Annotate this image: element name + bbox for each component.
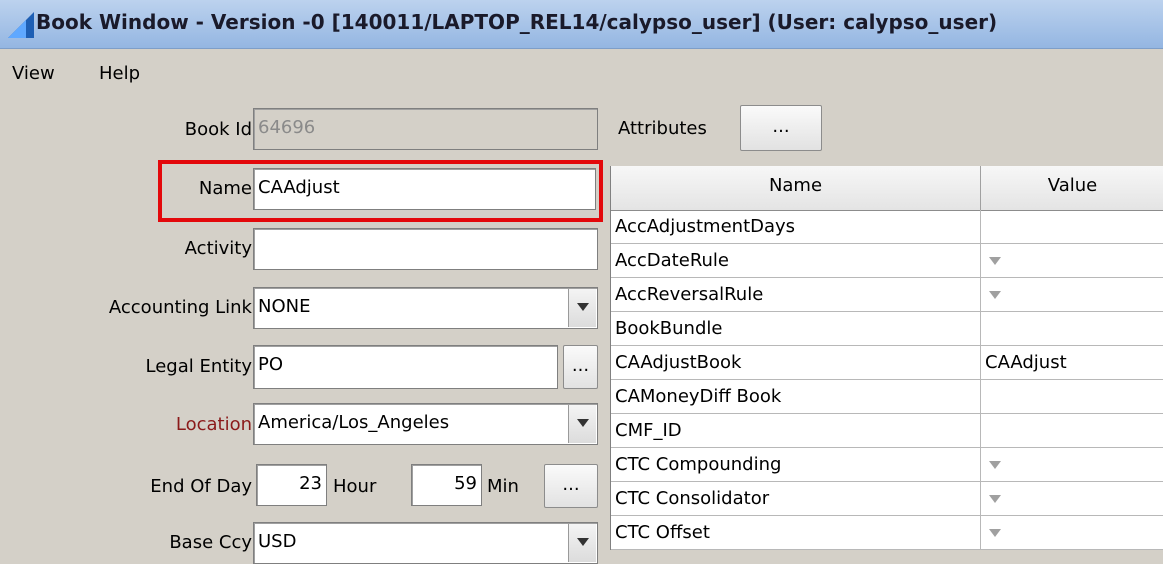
- attribute-value-cell[interactable]: [981, 278, 1163, 311]
- attribute-name-cell[interactable]: CMF_ID: [611, 414, 981, 447]
- attribute-name-cell[interactable]: AccReversalRule: [611, 278, 981, 311]
- legal-entity-chooser-button[interactable]: ...: [563, 345, 598, 389]
- attribute-value-cell[interactable]: [981, 380, 1163, 413]
- app-icon: [8, 12, 34, 38]
- attribute-name-cell[interactable]: CTC Offset: [611, 516, 981, 549]
- base-ccy-select[interactable]: USD: [253, 522, 598, 564]
- attributes-table: Name Value AccAdjustmentDays AccDateRule A…: [610, 166, 1163, 550]
- attribute-name-cell[interactable]: CTC Consolidator: [611, 482, 981, 515]
- attributes-button[interactable]: ...: [740, 105, 822, 151]
- table-row[interactable]: CAAdjustBook CAAdjust: [611, 346, 1163, 380]
- accounting-link-dropdown-button[interactable]: [568, 289, 596, 327]
- table-row[interactable]: AccDateRule: [611, 244, 1163, 278]
- dropdown-arrow-icon[interactable]: [989, 291, 1001, 299]
- base-ccy-dropdown-button[interactable]: [568, 524, 596, 562]
- attribute-value-cell[interactable]: [981, 244, 1163, 277]
- attribute-value-cell[interactable]: [981, 482, 1163, 515]
- attribute-name-cell[interactable]: CTC Compounding: [611, 448, 981, 481]
- table-row[interactable]: AccAdjustmentDays: [611, 210, 1163, 244]
- min-unit-label: Min: [487, 476, 519, 497]
- location-value: America/Los_Angeles: [258, 412, 450, 433]
- location-dropdown-button[interactable]: [568, 405, 596, 443]
- table-row[interactable]: AccReversalRule: [611, 278, 1163, 312]
- chevron-down-icon: [577, 303, 589, 311]
- attribute-value-cell[interactable]: [981, 210, 1163, 243]
- end-of-day-min-field[interactable]: 59: [411, 464, 482, 506]
- title-bar: Book Window - Version -0 [140011/LAPTOP_…: [0, 0, 1163, 49]
- attributes-label: Attributes: [618, 118, 707, 139]
- menu-view[interactable]: View: [12, 63, 55, 84]
- attribute-name-cell[interactable]: AccDateRule: [611, 244, 981, 277]
- menu-help[interactable]: Help: [99, 63, 140, 84]
- attribute-name-cell[interactable]: BookBundle: [611, 312, 981, 345]
- attribute-value-cell[interactable]: [981, 312, 1163, 345]
- dropdown-arrow-icon[interactable]: [989, 529, 1001, 537]
- name-highlight-box: [158, 160, 603, 222]
- table-row[interactable]: CTC Consolidator: [611, 482, 1163, 516]
- table-row[interactable]: CMF_ID: [611, 414, 1163, 448]
- table-row[interactable]: BookBundle: [611, 312, 1163, 346]
- end-of-day-label: End Of Day: [150, 476, 252, 497]
- attribute-value-cell[interactable]: [981, 414, 1163, 447]
- location-select[interactable]: America/Los_Angeles: [253, 403, 598, 445]
- end-of-day-chooser-button[interactable]: ...: [544, 464, 598, 508]
- attribute-name-cell[interactable]: CAMoneyDiff Book: [611, 380, 981, 413]
- book-id-label: Book Id: [184, 119, 252, 140]
- attribute-name-cell[interactable]: CAAdjustBook: [611, 346, 981, 379]
- attribute-value-cell[interactable]: [981, 448, 1163, 481]
- activity-label: Activity: [184, 238, 252, 259]
- base-ccy-value: USD: [258, 531, 297, 552]
- end-of-day-hour-field[interactable]: 23: [256, 464, 327, 506]
- hour-unit-label: Hour: [333, 476, 377, 497]
- activity-field[interactable]: [253, 228, 598, 270]
- table-row[interactable]: CTC Offset: [611, 516, 1163, 550]
- dropdown-arrow-icon[interactable]: [989, 461, 1001, 469]
- chevron-down-icon: [577, 419, 589, 427]
- legal-entity-label: Legal Entity: [145, 356, 252, 377]
- table-row[interactable]: CAMoneyDiff Book: [611, 380, 1163, 414]
- location-label: Location: [175, 414, 252, 435]
- accounting-link-select[interactable]: NONE: [253, 287, 598, 329]
- table-row[interactable]: CTC Compounding: [611, 448, 1163, 482]
- menu-bar: View Help: [0, 49, 1163, 99]
- book-id-field: 64696: [253, 108, 598, 150]
- attribute-name-cell[interactable]: AccAdjustmentDays: [611, 210, 981, 243]
- column-header-name[interactable]: Name: [611, 166, 981, 210]
- chevron-down-icon: [577, 538, 589, 546]
- accounting-link-value: NONE: [258, 296, 311, 317]
- attribute-value-cell[interactable]: [981, 516, 1163, 549]
- attribute-value-cell[interactable]: CAAdjust: [981, 346, 1163, 379]
- dropdown-arrow-icon[interactable]: [989, 495, 1001, 503]
- window-title: Book Window - Version -0 [140011/LAPTOP_…: [36, 10, 998, 34]
- accounting-link-label: Accounting Link: [108, 297, 252, 318]
- table-header: Name Value: [611, 166, 1163, 211]
- legal-entity-field[interactable]: PO: [253, 345, 558, 389]
- dropdown-arrow-icon[interactable]: [989, 257, 1001, 265]
- column-header-value[interactable]: Value: [981, 166, 1163, 210]
